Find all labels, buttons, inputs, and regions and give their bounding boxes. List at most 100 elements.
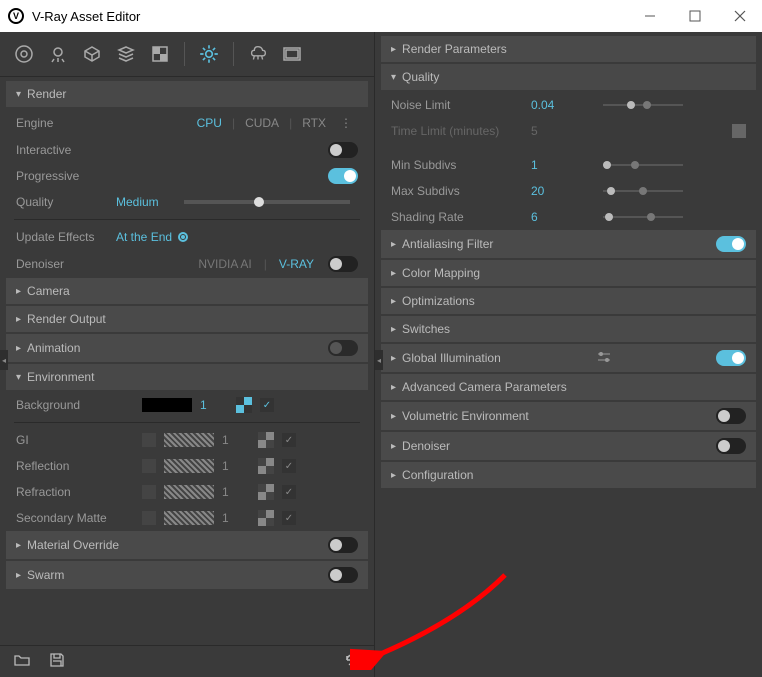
material-override-section[interactable]: ▸ Material Override [6, 531, 368, 559]
secondary-matte-value[interactable]: 1 [222, 511, 242, 525]
close-button[interactable] [717, 0, 762, 32]
progressive-toggle[interactable] [328, 168, 358, 184]
configuration-section[interactable]: ▸ Configuration [381, 462, 756, 488]
noise-limit-value[interactable]: 0.04 [531, 98, 591, 112]
swarm-section[interactable]: ▸ Swarm [6, 561, 368, 589]
shading-rate-slider[interactable] [603, 216, 683, 218]
shading-rate-label: Shading Rate [391, 210, 531, 224]
volumetric-toggle[interactable] [716, 408, 746, 424]
update-effects-radio[interactable] [178, 232, 188, 242]
secondary-matte-color-swatch[interactable] [142, 511, 156, 525]
switches-section[interactable]: ▸ Switches [381, 316, 756, 342]
left-expand-handle[interactable]: ◂ [0, 350, 8, 370]
quality-section[interactable]: ▾ Quality [381, 64, 756, 90]
chevron-right-icon: ▸ [16, 286, 21, 297]
secondary-matte-enable-check[interactable]: ✓ [282, 511, 296, 525]
gi-hatch-swatch[interactable] [164, 433, 214, 447]
chevron-right-icon: ▸ [391, 268, 396, 279]
gi-value[interactable]: 1 [222, 433, 242, 447]
reflection-color-swatch[interactable] [142, 459, 156, 473]
gi-settings-icon[interactable] [597, 351, 611, 365]
refraction-value[interactable]: 1 [222, 485, 242, 499]
antialiasing-toggle[interactable] [716, 236, 746, 252]
middle-expand-handle[interactable]: ◂ [375, 350, 383, 370]
save-icon[interactable] [50, 653, 64, 670]
optimizations-section[interactable]: ▸ Optimizations [381, 288, 756, 314]
time-limit-stop-icon[interactable] [732, 124, 746, 138]
render-parameters-section[interactable]: ▸ Render Parameters [381, 36, 756, 62]
reflection-hatch-swatch[interactable] [164, 459, 214, 473]
denoiser-right-section[interactable]: ▸ Denoiser [381, 432, 756, 460]
chevron-right-icon: ▸ [16, 570, 21, 581]
background-texture-slot[interactable] [236, 397, 252, 413]
adv-camera-section[interactable]: ▸ Advanced Camera Parameters [381, 374, 756, 400]
engine-rtx[interactable]: RTX [296, 114, 332, 132]
configuration-title: Configuration [402, 468, 473, 482]
noise-limit-slider[interactable] [603, 104, 683, 106]
background-enable-check[interactable]: ✓ [260, 398, 274, 412]
render-elements-icon[interactable] [112, 40, 140, 68]
max-subdivs-slider[interactable] [603, 190, 683, 192]
volumetric-title: Volumetric Environment [402, 409, 529, 423]
denoiser-nvidia[interactable]: NVIDIA AI [194, 255, 255, 273]
reflection-value[interactable]: 1 [222, 459, 242, 473]
open-icon[interactable] [14, 653, 30, 670]
color-mapping-section[interactable]: ▸ Color Mapping [381, 260, 756, 286]
max-subdivs-value[interactable]: 20 [531, 184, 591, 198]
refraction-hatch-swatch[interactable] [164, 485, 214, 499]
reflection-label: Reflection [16, 459, 134, 473]
secondary-matte-hatch-swatch[interactable] [164, 511, 214, 525]
reflection-row: Reflection 1 ✓ [6, 453, 368, 479]
animation-section[interactable]: ▸ Animation [6, 334, 368, 362]
revert-icon[interactable] [344, 652, 360, 671]
min-subdivs-value[interactable]: 1 [531, 158, 591, 172]
background-value[interactable]: 1 [200, 398, 220, 412]
minimize-button[interactable] [627, 0, 672, 32]
reflection-enable-check[interactable]: ✓ [282, 459, 296, 473]
top-toolbar [0, 32, 374, 77]
update-effects-row: Update Effects At the End [6, 224, 368, 250]
volumetric-section[interactable]: ▸ Volumetric Environment [381, 402, 756, 430]
min-subdivs-slider[interactable] [603, 164, 683, 166]
render-icon[interactable] [244, 40, 272, 68]
frame-buffer-icon[interactable] [278, 40, 306, 68]
environment-section[interactable]: ▾ Environment [6, 364, 368, 390]
background-color-swatch[interactable] [142, 398, 192, 412]
refraction-enable-check[interactable]: ✓ [282, 485, 296, 499]
textures-icon[interactable] [146, 40, 174, 68]
gi-color-swatch[interactable] [142, 433, 156, 447]
denoiser-toggle[interactable] [328, 256, 358, 272]
shading-rate-value[interactable]: 6 [531, 210, 591, 224]
interactive-toggle[interactable] [328, 142, 358, 158]
materials-icon[interactable] [10, 40, 38, 68]
render-output-section[interactable]: ▸ Render Output [6, 306, 368, 332]
refraction-texture-slot[interactable] [258, 484, 274, 500]
animation-toggle[interactable] [328, 340, 358, 356]
gi-enable-check[interactable]: ✓ [282, 433, 296, 447]
camera-section[interactable]: ▸ Camera [6, 278, 368, 304]
quality-slider[interactable] [184, 200, 350, 204]
material-override-toggle[interactable] [328, 537, 358, 553]
denoiser-vray[interactable]: V-RAY [275, 255, 318, 273]
engine-more-icon[interactable]: ⋮ [336, 114, 358, 132]
maximize-button[interactable] [672, 0, 717, 32]
settings-icon[interactable] [195, 40, 223, 68]
chevron-right-icon: ▸ [391, 441, 396, 452]
gi-texture-slot[interactable] [258, 432, 274, 448]
engine-cpu[interactable]: CPU [191, 114, 228, 132]
lights-icon[interactable] [44, 40, 72, 68]
right-panel: ▸ Render Parameters ▾ Quality Noise Limi… [375, 32, 762, 677]
antialiasing-section[interactable]: ▸ Antialiasing Filter [381, 230, 756, 258]
engine-cuda[interactable]: CUDA [239, 114, 285, 132]
reflection-texture-slot[interactable] [258, 458, 274, 474]
update-effects-value[interactable]: At the End [116, 230, 172, 244]
global-illum-toggle[interactable] [716, 350, 746, 366]
refraction-color-swatch[interactable] [142, 485, 156, 499]
chevron-right-icon: ▸ [391, 382, 396, 393]
geometry-icon[interactable] [78, 40, 106, 68]
render-section-header[interactable]: ▾ Render [6, 81, 368, 107]
swarm-toggle[interactable] [328, 567, 358, 583]
secondary-matte-texture-slot[interactable] [258, 510, 274, 526]
denoiser-right-toggle[interactable] [716, 438, 746, 454]
global-illumination-section[interactable]: ▸ Global Illumination [381, 344, 756, 372]
